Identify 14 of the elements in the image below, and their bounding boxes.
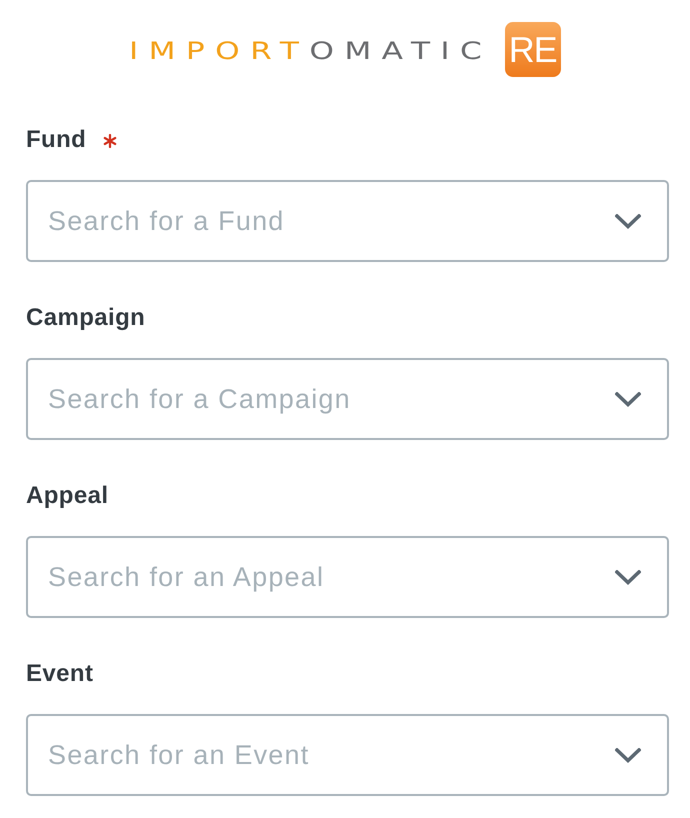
search-select-field[interactable]: Search for an Event [26, 714, 669, 796]
chevron-down-icon[interactable] [615, 748, 641, 763]
search-select-field[interactable]: Search for an Appeal [26, 536, 669, 618]
logo-badge: RE [504, 22, 561, 77]
search-select-field[interactable]: Search for a Fund [26, 180, 669, 262]
chevron-down-icon[interactable] [615, 392, 641, 407]
chevron-down-icon[interactable] [615, 214, 641, 229]
field-label: Fund [26, 125, 86, 155]
field-label: Appeal [26, 481, 108, 511]
field-label: Event [26, 659, 94, 689]
logo-wordmark: IMPORT OMATIC [129, 38, 493, 64]
chevron-down-icon[interactable] [615, 570, 641, 585]
search-select-field[interactable]: Search for a Campaign [26, 358, 669, 440]
field-label: Campaign [26, 303, 146, 333]
